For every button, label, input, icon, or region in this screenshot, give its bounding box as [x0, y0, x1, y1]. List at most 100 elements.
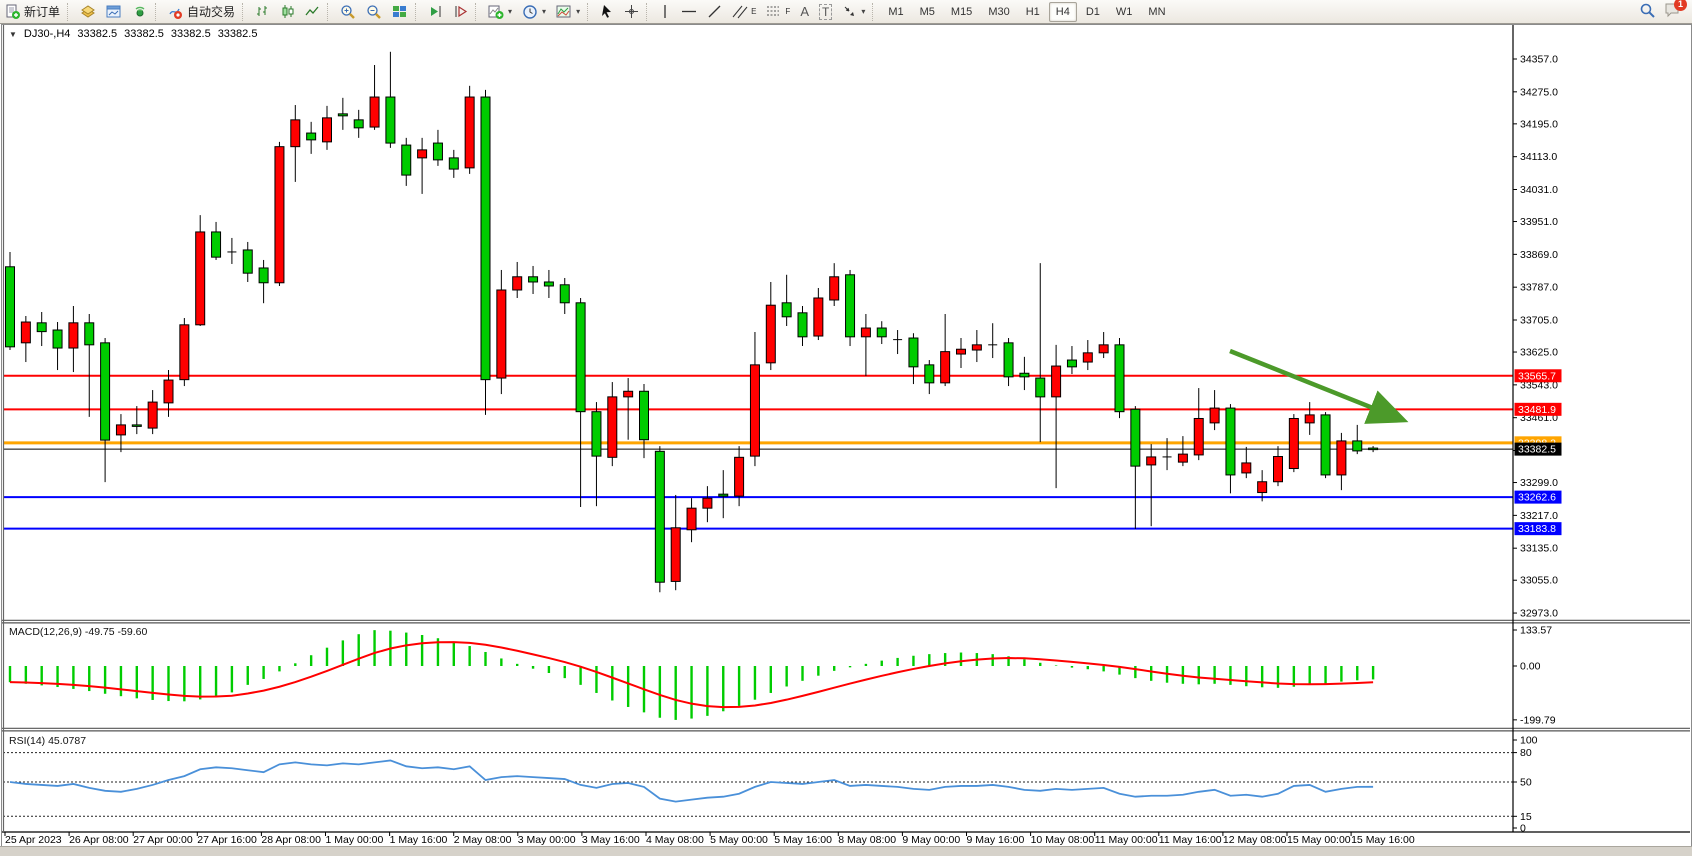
- candle: [1194, 418, 1203, 454]
- timeframe-d1[interactable]: D1: [1079, 2, 1107, 22]
- cursor-tool-button[interactable]: [595, 1, 619, 23]
- time-tick-label: 27 Apr 00:00: [133, 834, 193, 846]
- cursor-icon: [600, 4, 614, 19]
- trendline-icon: [707, 4, 722, 19]
- window-bottom-edge: [0, 846, 1692, 856]
- notification-badge: 1: [1674, 0, 1687, 11]
- collapse-arrow-icon[interactable]: ▼: [9, 30, 17, 39]
- dropdown-arrow-icon[interactable]: ▾: [542, 7, 546, 16]
- symbol-header[interactable]: ▼ DJ30-,H4 33382.5 33382.5 33382.5 33382…: [9, 28, 257, 40]
- candle: [370, 97, 379, 127]
- data-window-icon: [106, 4, 122, 20]
- candle: [798, 313, 807, 337]
- equidistant-channel-tool[interactable]: E: [727, 1, 761, 23]
- search-icon[interactable]: [1639, 2, 1656, 22]
- time-tick-label: 1 May 16:00: [390, 834, 448, 846]
- periods-button[interactable]: ▾: [517, 1, 551, 23]
- zoom-in-button[interactable]: [335, 1, 361, 23]
- candle: [941, 352, 950, 383]
- candle: [703, 498, 712, 508]
- timeframe-h4[interactable]: H4: [1049, 2, 1077, 22]
- arrows-tool[interactable]: ▾: [837, 1, 870, 23]
- hline-price-label-text: 33481.9: [1518, 404, 1556, 416]
- price-tick-label: 34031.0: [1520, 184, 1558, 196]
- candle: [212, 232, 221, 257]
- trend-arrow-object[interactable]: [1230, 351, 1398, 418]
- timeframe-w1[interactable]: W1: [1109, 2, 1140, 22]
- time-tick-label: 5 May 00:00: [710, 834, 768, 846]
- timeframe-m1[interactable]: M1: [881, 2, 910, 22]
- zoom-in-icon: [340, 4, 356, 20]
- candle: [164, 380, 173, 403]
- dropdown-arrow-icon[interactable]: ▾: [508, 7, 512, 16]
- price-tick-label: 33299.0: [1520, 477, 1558, 489]
- candle: [433, 143, 442, 160]
- candle: [21, 322, 30, 343]
- time-tick-label: 28 Apr 08:00: [261, 834, 321, 846]
- line-chart-icon: [305, 4, 320, 19]
- chart-shift-button[interactable]: [448, 1, 473, 23]
- price-tick-label: 32973.0: [1520, 608, 1558, 620]
- horizontal-line-tool[interactable]: [676, 1, 702, 23]
- candle: [671, 528, 680, 582]
- candle: [1131, 409, 1140, 466]
- dropdown-arrow-icon[interactable]: ▾: [861, 7, 865, 16]
- ohlc-high: 33382.5: [124, 28, 164, 40]
- chart-area: 34357.034275.034195.034113.034031.033951…: [0, 24, 1692, 856]
- notifications-button[interactable]: 1: [1664, 2, 1682, 21]
- fibonacci-icon: [766, 4, 782, 19]
- rsi-axis-label: 80: [1520, 747, 1532, 759]
- crosshair-tool-button[interactable]: [619, 1, 644, 23]
- line-chart-mode-button[interactable]: [300, 1, 325, 23]
- dropdown-arrow-icon[interactable]: ▾: [576, 7, 580, 16]
- text-label-tool[interactable]: T: [814, 1, 837, 23]
- price-tick-label: 33869.0: [1520, 249, 1558, 261]
- candle: [1020, 373, 1029, 377]
- chart-canvas[interactable]: 34357.034275.034195.034113.034031.033951…: [0, 24, 1692, 856]
- auto-scroll-button[interactable]: [423, 1, 448, 23]
- candle: [53, 330, 62, 348]
- candle: [592, 412, 601, 456]
- candle: [37, 323, 46, 332]
- timeframe-m15[interactable]: M15: [944, 2, 979, 22]
- indicators-button[interactable]: ▾: [483, 1, 517, 23]
- candle: [1067, 360, 1076, 367]
- vertical-line-tool[interactable]: [654, 1, 676, 23]
- candle: [307, 133, 316, 140]
- auto-trading-label: 自动交易: [187, 3, 235, 20]
- candle: [1337, 441, 1346, 475]
- timeframe-m30[interactable]: M30: [981, 2, 1016, 22]
- indicators-icon: [488, 4, 504, 20]
- candle: [449, 158, 458, 169]
- candle: [1004, 343, 1013, 377]
- bar-chart-mode-button[interactable]: [250, 1, 275, 23]
- candle: [750, 365, 759, 456]
- candle: [243, 250, 252, 273]
- time-tick-label: 2 May 08:00: [454, 834, 512, 846]
- time-tick-label: 5 May 16:00: [774, 834, 832, 846]
- timeframe-mn[interactable]: MN: [1141, 2, 1172, 22]
- data-window-button[interactable]: [101, 1, 127, 23]
- tile-windows-button[interactable]: [387, 1, 413, 23]
- fibonacci-tool[interactable]: F: [761, 1, 795, 23]
- navigator-button[interactable]: [127, 1, 153, 23]
- timeframe-h1[interactable]: H1: [1019, 2, 1047, 22]
- candle: [1052, 366, 1061, 397]
- zoom-out-button[interactable]: [361, 1, 387, 23]
- channel-glyph: E: [751, 7, 756, 16]
- templates-button[interactable]: ▾: [551, 1, 585, 23]
- time-tick-label: 27 Apr 16:00: [197, 834, 257, 846]
- trendline-tool[interactable]: [702, 1, 727, 23]
- candle-chart-mode-button[interactable]: [275, 1, 300, 23]
- candle: [687, 508, 696, 530]
- text-tool[interactable]: A: [795, 1, 814, 23]
- market-watch-button[interactable]: [75, 1, 101, 23]
- candle: [101, 343, 110, 440]
- rsi-axis-label: 50: [1520, 777, 1532, 789]
- candle: [1147, 457, 1156, 465]
- timeframe-m5[interactable]: M5: [913, 2, 942, 22]
- new-order-button[interactable]: 新订单: [0, 1, 65, 23]
- candle: [1353, 441, 1362, 451]
- auto-trading-button[interactable]: 自动交易: [163, 1, 240, 23]
- current-price-label-text: 33382.5: [1518, 444, 1556, 456]
